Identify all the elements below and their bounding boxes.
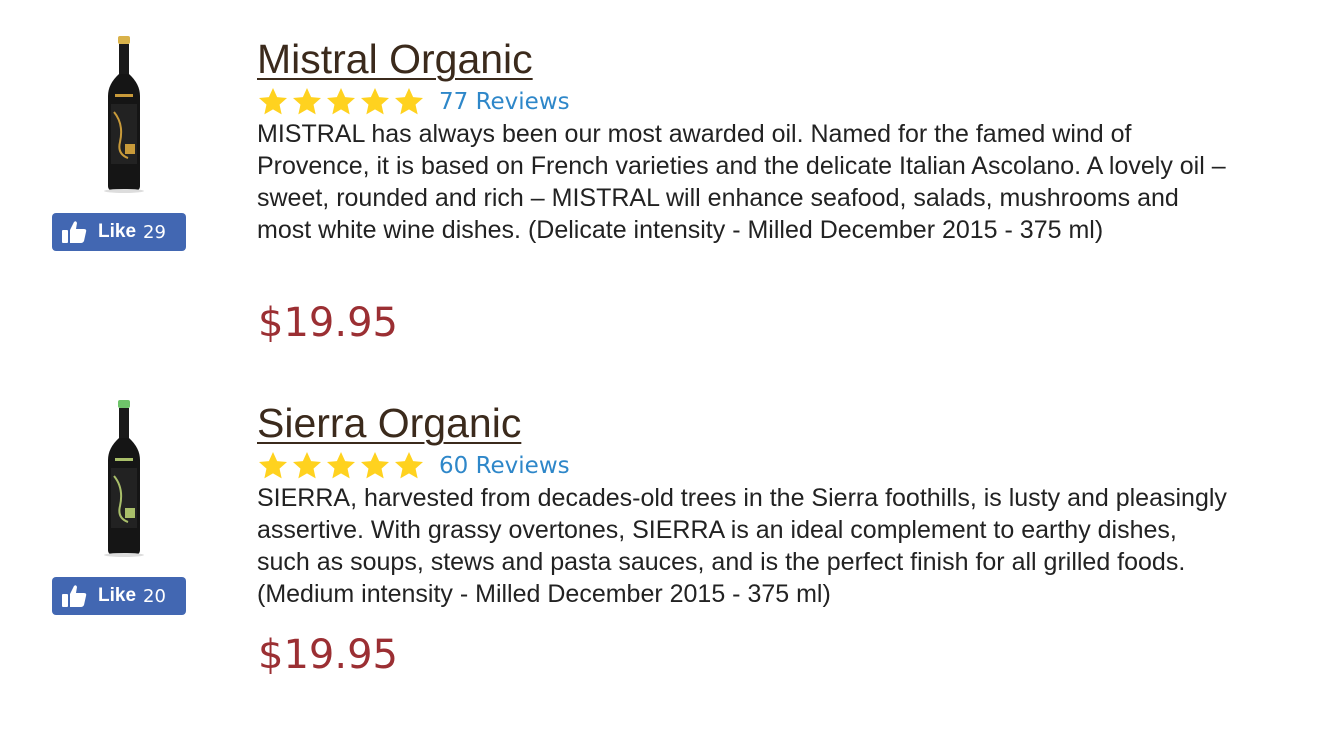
bottle-cap [118, 36, 130, 44]
like-label: Like [98, 221, 137, 242]
thumbs-up-icon [62, 585, 87, 607]
facebook-like-button[interactable]: Like 29 [52, 213, 186, 251]
product-description: MISTRAL has always been our most awarded… [257, 120, 1226, 244]
product-card-mistral: Like 29 Mistral Organic 77 Reviews MISTR… [0, 0, 1328, 364]
reviews-link[interactable]: 77 Reviews [439, 86, 570, 118]
star-icon [293, 88, 321, 115]
star-icon [327, 88, 355, 115]
product-description: SIERRA, harvested from decades-old trees… [257, 484, 1227, 608]
product-title-link[interactable]: Sierra Organic [257, 398, 521, 448]
reviews-link[interactable]: 60 Reviews [439, 450, 570, 482]
like-count: 29 [143, 221, 166, 243]
star-icon [293, 452, 321, 479]
thumbs-up-icon [62, 221, 87, 243]
star-icon [395, 88, 423, 115]
product-image-bottle[interactable] [84, 34, 164, 194]
star-icon [259, 452, 287, 479]
like-count: 20 [143, 585, 166, 607]
product-title-link[interactable]: Mistral Organic [257, 34, 533, 84]
like-label: Like [98, 585, 137, 606]
product-price: $19.95 [258, 300, 398, 346]
bottle-cap [118, 400, 130, 408]
rating-stars[interactable] [257, 450, 427, 482]
rating-stars[interactable] [257, 86, 427, 118]
star-icon [361, 88, 389, 115]
product-card-sierra: Like 20 Sierra Organic 60 Reviews SIERRA… [0, 364, 1328, 728]
star-icon [327, 452, 355, 479]
facebook-like-button[interactable]: Like 20 [52, 577, 186, 615]
product-image-bottle[interactable] [84, 398, 164, 558]
product-price: $19.95 [258, 632, 398, 678]
star-icon [259, 88, 287, 115]
star-icon [361, 452, 389, 479]
star-icon [395, 452, 423, 479]
